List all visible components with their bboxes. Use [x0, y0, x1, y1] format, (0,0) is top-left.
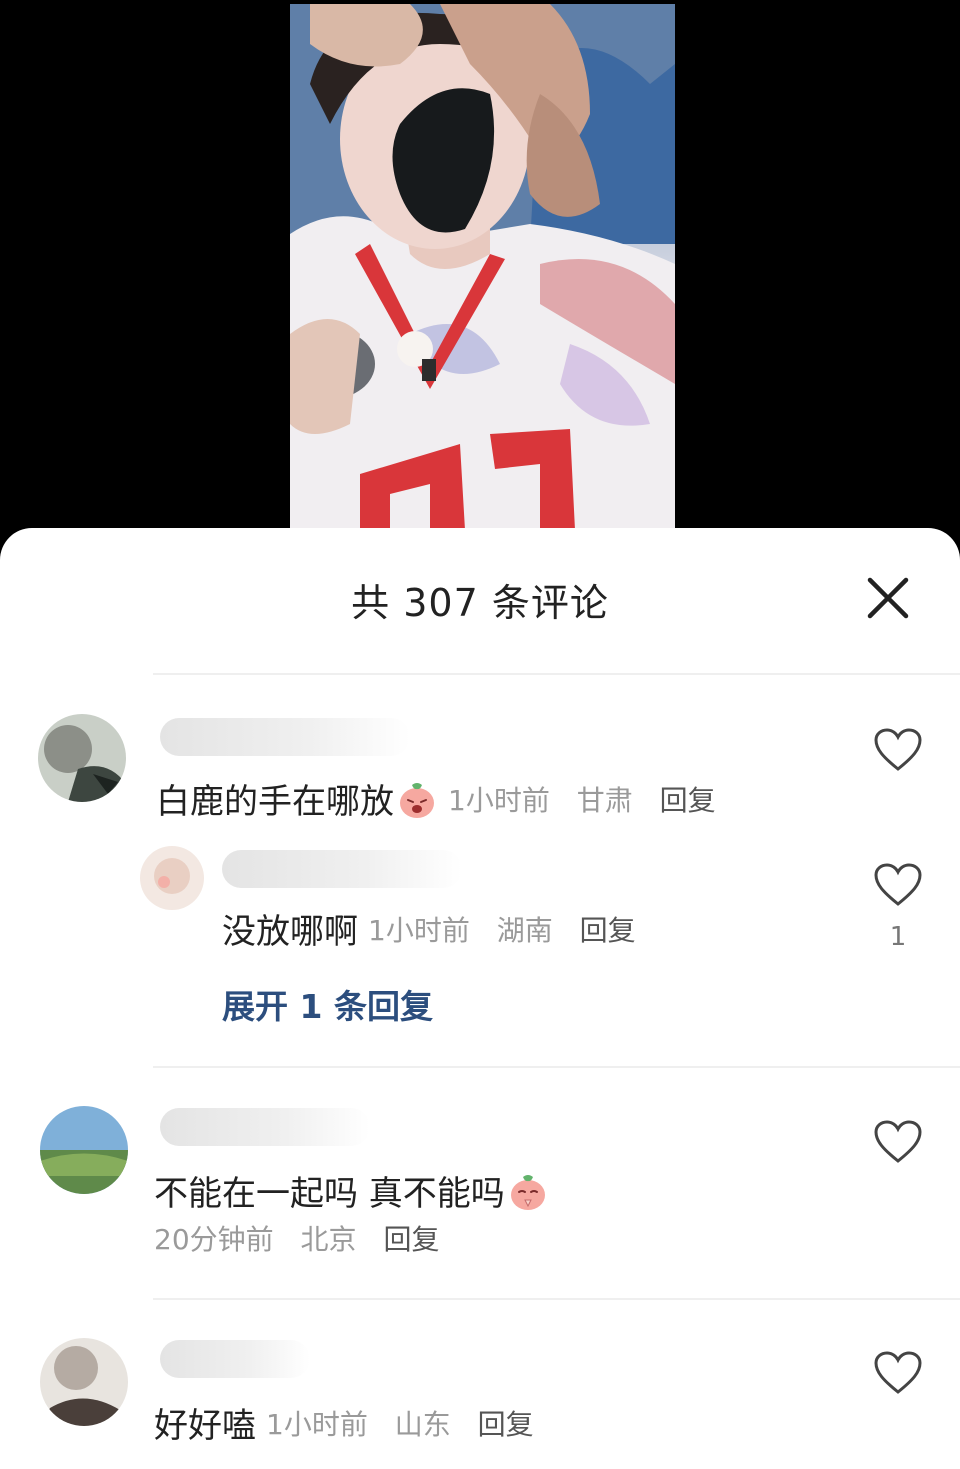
- heart-outline-icon: [874, 1351, 922, 1394]
- comment-sheet: 共 307 条评论 白鹿的手在哪放 1小时前 甘肃 回复 没放哪啊 1小时前 湖…: [0, 528, 960, 1469]
- close-button[interactable]: [862, 572, 914, 624]
- close-icon: [867, 577, 909, 619]
- username-blurred[interactable]: [160, 1340, 310, 1378]
- comment-text: 好好嗑: [154, 1406, 256, 1446]
- comment-location: 北京: [300, 1223, 357, 1256]
- reply-button[interactable]: 回复: [580, 914, 636, 947]
- username-blurred[interactable]: [222, 850, 462, 888]
- like-count: 1: [889, 922, 907, 952]
- comment-body: 白鹿的手在哪放 1小时前 甘肃 回复: [156, 774, 734, 823]
- divider: [153, 673, 960, 675]
- comment-time: 1小时前: [448, 783, 550, 817]
- like-button[interactable]: [873, 862, 923, 908]
- like-button[interactable]: [873, 1350, 923, 1396]
- reply-button[interactable]: 回复: [383, 1223, 439, 1256]
- comment-time: 1小时前: [266, 1407, 368, 1441]
- comment-meta: 1小时前 山东 回复: [266, 1403, 552, 1443]
- comment-count-title: 共 307 条评论: [351, 581, 609, 625]
- avatar[interactable]: [140, 846, 204, 910]
- like-button[interactable]: [873, 1119, 923, 1165]
- heart-outline-icon: [874, 863, 922, 906]
- avatar[interactable]: [38, 714, 126, 802]
- comment-location: 山东: [394, 1407, 451, 1441]
- video-thumbnail[interactable]: [290, 4, 675, 530]
- comment-location: 甘肃: [576, 783, 633, 817]
- username-blurred[interactable]: [160, 718, 410, 756]
- heart-outline-icon: [874, 1120, 922, 1163]
- comment-text: 白鹿的手在哪放: [156, 782, 394, 822]
- comment-meta: 1小时前 甘肃 回复: [448, 779, 734, 819]
- comment-body: 不能在一起吗 真不能吗: [154, 1166, 549, 1215]
- divider: [153, 1066, 960, 1068]
- avatar[interactable]: [40, 1338, 128, 1426]
- comment-location: 湖南: [496, 913, 553, 947]
- avatar[interactable]: [40, 1106, 128, 1194]
- comment-meta: 1小时前 湖南 回复: [368, 909, 654, 949]
- peach-laugh-emoji: [400, 782, 434, 818]
- divider: [153, 1298, 960, 1300]
- video-area[interactable]: [0, 0, 960, 530]
- like-button[interactable]: [873, 727, 923, 773]
- comment-body: 好好嗑 1小时前 山东 回复: [154, 1398, 552, 1447]
- comment-body: 没放哪啊 1小时前 湖南 回复: [222, 904, 654, 953]
- username-blurred[interactable]: [160, 1108, 370, 1146]
- comment-time: 1小时前: [368, 913, 470, 947]
- peach-pray-emoji: [510, 1174, 545, 1210]
- video-illustration: [290, 4, 675, 530]
- comment-time: 20分钟前: [154, 1223, 274, 1256]
- sheet-header: 共 307 条评论: [0, 528, 960, 668]
- comment-text: 不能在一起吗 真不能吗: [154, 1174, 505, 1214]
- comment-text: 没放哪啊: [222, 912, 358, 952]
- heart-outline-icon: [874, 728, 922, 771]
- comment-meta: 20分钟前 北京 回复: [154, 1218, 457, 1258]
- reply-button[interactable]: 回复: [478, 1408, 534, 1441]
- reply-button[interactable]: 回复: [660, 784, 716, 817]
- expand-replies-link[interactable]: 展开 1 条回复: [222, 980, 433, 1028]
